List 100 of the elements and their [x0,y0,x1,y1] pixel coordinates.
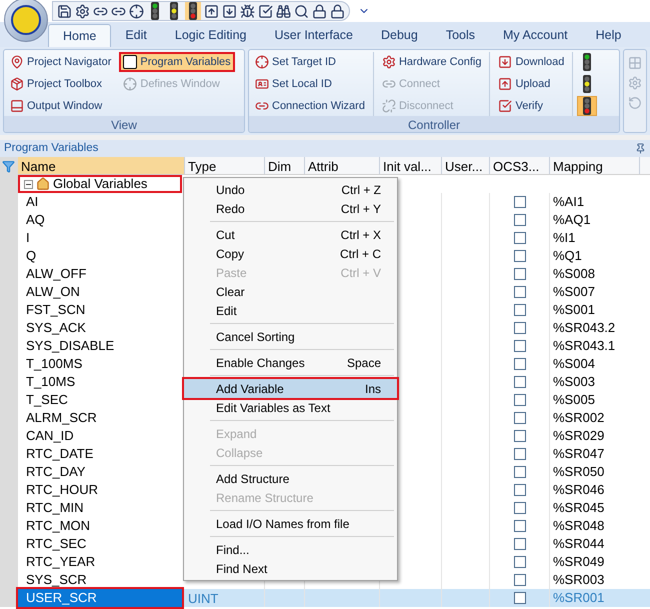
column-header[interactable]: Dim [265,157,305,174]
ribbon-button[interactable]: Project Toolbox [6,74,116,94]
collapse-icon[interactable] [24,180,33,188]
traffic-light-icon[interactable] [168,2,180,20]
checkbox[interactable] [514,538,526,550]
menu-item[interactable]: Undo Ctrl + Z [184,180,397,199]
checkbox[interactable] [514,484,526,496]
ribbon-tab[interactable]: Debug [366,24,432,47]
checkbox[interactable] [514,358,526,370]
window-icon [10,99,24,113]
checkbox[interactable] [514,340,526,352]
ribbon-tab[interactable]: Home [48,24,112,47]
checkbox[interactable] [514,556,526,568]
filter-icon[interactable] [2,160,15,173]
ribbon-button[interactable]: Set Local ID [251,74,369,94]
pin-icon[interactable] [635,143,646,154]
menu-item[interactable]: Load I/O Names from file [184,514,397,533]
menu-item[interactable]: Redo Ctrl + Y [184,199,397,218]
ribbon-button[interactable]: Verify [494,96,568,116]
menu-item[interactable]: Enable Changes Space [184,353,397,372]
mapping-cell-text: %SR003 [552,571,604,590]
ribbon-button[interactable]: Hardware Config [378,52,486,72]
column-header[interactable]: Attrib [305,157,380,174]
ribbon-button[interactable]: Output Window [6,96,116,116]
ribbon-button[interactable]: Download [494,52,568,72]
ribbon-tab[interactable]: Tools [432,24,490,47]
ribbon-button[interactable]: Upload [494,74,568,94]
ribbon-button[interactable]: Project Navigator [6,52,116,72]
variable-name: RTC_YEAR [25,553,96,571]
checkbox[interactable] [514,268,526,280]
upload-icon[interactable] [204,4,219,18]
menu-item[interactable]: Find Next [184,559,397,578]
traffic-light-button[interactable] [577,96,598,116]
traffic-light-icon[interactable] [149,2,161,20]
menu-item[interactable]: Find... [184,540,397,559]
variable-row[interactable]: USER_SCR UINT %SR001 [18,589,650,607]
ribbon-tab[interactable]: Edit [111,24,161,47]
type-cell-text: UINT [187,591,218,606]
column-header[interactable]: Init val... [380,157,442,174]
checkbox[interactable] [514,304,526,316]
checkbox[interactable] [514,466,526,478]
crosshair-icon[interactable] [129,4,144,18]
ribbon-tab[interactable]: My Account [489,24,582,47]
search-icon[interactable] [294,4,309,18]
checkbox[interactable] [514,574,526,586]
column-header[interactable]: OCS3... [490,157,550,174]
column-header[interactable]: User... [442,157,490,174]
lock-icon[interactable] [330,4,345,18]
ribbon-tab[interactable]: Logic Editing [160,24,260,47]
checkbox[interactable] [514,322,526,334]
download-icon[interactable] [222,4,237,18]
variable-name: SYS_SCR [25,571,87,589]
check-icon[interactable] [258,4,273,18]
menu-item[interactable]: Edit Variables as Text [184,398,397,417]
ribbon-button[interactable]: Program Variables [119,52,235,72]
crosshair-icon [123,77,138,91]
lock-icon[interactable] [312,4,327,18]
menu-item[interactable]: Add Structure [184,469,397,488]
ribbon-tab[interactable]: User Interface [260,24,367,47]
tree-group-row[interactable]: Global Variables [18,175,182,193]
mapping-cell-text: %SR002 [552,409,604,428]
check-icon [498,99,512,113]
menu-item[interactable]: Cut Ctrl + X [184,225,397,244]
menu-item[interactable]: Cancel Sorting [184,327,397,346]
save-icon[interactable] [57,4,72,18]
checkbox[interactable] [514,376,526,388]
menu-item[interactable]: Add Variable Ins [184,379,397,398]
menu-item[interactable]: Copy Ctrl + C [184,244,397,263]
column-header[interactable]: Type [185,157,265,174]
traffic-light-icon [581,53,594,71]
checkbox[interactable] [514,250,526,262]
variable-name: T_10MS [25,373,76,391]
checkbox[interactable] [514,448,526,460]
checkbox[interactable] [514,520,526,532]
bug-icon[interactable] [240,4,255,18]
gear-icon[interactable] [75,4,90,18]
app-logo[interactable] [4,0,48,42]
traffic-light-icon[interactable] [187,2,199,20]
checkbox[interactable] [514,232,526,244]
binoculars-icon[interactable] [276,4,291,18]
ribbon-tab[interactable]: Help [582,24,636,47]
checkbox[interactable] [514,592,526,604]
checkbox[interactable] [514,286,526,298]
variable-name: ALW_OFF [25,265,86,283]
ribbon-button[interactable]: Connection Wizard [251,96,369,116]
checkbox[interactable] [514,394,526,406]
download-icon [498,55,512,69]
ribbon-button[interactable]: Set Target ID [251,52,369,72]
mapping-cell-text: %SR045 [552,499,604,518]
menu-item[interactable]: Clear [184,282,397,301]
menu-item[interactable]: Edit [184,301,397,320]
house-icon [36,177,50,191]
column-header[interactable]: Name [18,157,185,174]
column-header[interactable]: Mapping [550,157,640,174]
checkbox[interactable] [514,412,526,424]
map-pin-icon [10,55,24,69]
checkbox[interactable] [514,196,526,208]
checkbox[interactable] [514,430,526,442]
checkbox[interactable] [514,214,526,226]
checkbox[interactable] [514,502,526,514]
